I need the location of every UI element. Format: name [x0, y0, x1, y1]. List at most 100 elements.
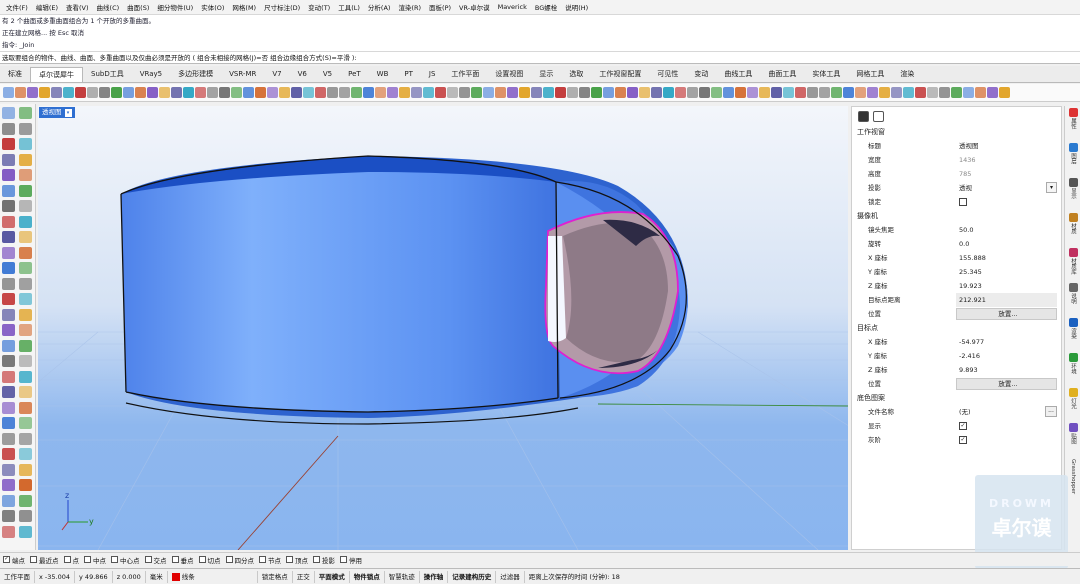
toolbar-tool-icon[interactable] — [723, 87, 734, 98]
viewport-canvas[interactable]: z y — [38, 106, 848, 550]
osnap-checkbox[interactable] — [171, 556, 179, 563]
toolbar-tool-icon[interactable] — [951, 87, 962, 98]
toolbar-tool-icon[interactable] — [831, 87, 842, 98]
toolbar-tool-icon[interactable] — [387, 87, 398, 98]
tab-item[interactable]: 设置视图 — [487, 67, 531, 82]
left-tool-icon[interactable] — [19, 246, 32, 259]
osnap-option[interactable]: 四分点 — [225, 555, 254, 565]
lock-checkbox[interactable] — [959, 198, 967, 206]
left-tool-icon[interactable] — [19, 463, 32, 476]
toolbar-tool-icon[interactable] — [591, 87, 602, 98]
toolbar-tool-icon[interactable] — [99, 87, 110, 98]
left-tool-icon[interactable] — [19, 339, 32, 352]
left-tool-icon[interactable] — [2, 122, 15, 135]
left-tool-icon[interactable] — [19, 370, 32, 383]
toolbar-tool-icon[interactable] — [579, 87, 590, 98]
tab-item[interactable]: 多边形建模 — [170, 67, 221, 82]
toolbar-tool-icon[interactable] — [771, 87, 782, 98]
status-toggle[interactable]: 物件锁点 — [350, 570, 385, 583]
tab-item[interactable]: 曲面工具 — [760, 67, 804, 82]
left-tool-icon[interactable] — [2, 308, 15, 321]
toolbar-tool-icon[interactable] — [87, 87, 98, 98]
toolbar-tool-icon[interactable] — [279, 87, 290, 98]
menu-item[interactable]: 说明(H) — [561, 2, 592, 12]
toolbar-tool-icon[interactable] — [159, 87, 170, 98]
toolbar-tool-icon[interactable] — [375, 87, 386, 98]
left-tool-icon[interactable] — [2, 479, 15, 491]
toolbar-tool-icon[interactable] — [987, 87, 998, 98]
osnap-checkbox[interactable] — [286, 556, 293, 563]
property-value[interactable]: (无)... — [956, 405, 1061, 419]
toolbar-tool-icon[interactable] — [699, 87, 710, 98]
toolbar-tool-icon[interactable] — [111, 87, 122, 98]
status-toggle[interactable]: 平面模式 — [315, 570, 350, 583]
left-tool-icon[interactable] — [19, 231, 32, 243]
toolbar-tool-icon[interactable] — [675, 87, 686, 98]
left-tool-icon[interactable] — [19, 432, 32, 445]
osnap-checkbox[interactable] — [313, 556, 320, 563]
toolbar-tool-icon[interactable] — [471, 87, 482, 98]
menu-item[interactable]: 曲面(S) — [123, 2, 153, 12]
status-toggle[interactable]: 智慧轨迹 — [385, 570, 420, 583]
osnap-checkbox[interactable] — [144, 556, 152, 563]
toolbar-tool-icon[interactable] — [843, 87, 854, 98]
status-toggle[interactable]: 过滤器 — [496, 570, 525, 583]
osnap-option[interactable]: 点 — [63, 555, 79, 565]
left-tool-icon[interactable] — [2, 417, 15, 429]
left-tool-icon[interactable] — [2, 432, 15, 445]
osnap-option[interactable]: 中点 — [84, 555, 106, 565]
checkbox[interactable]: ✓ — [959, 436, 967, 444]
menu-item[interactable]: 尺寸标注(D) — [260, 2, 304, 12]
toolbar-tool-icon[interactable] — [75, 87, 86, 98]
status-toggle[interactable]: 锁定格点 — [258, 570, 293, 583]
status-toggle[interactable]: 正交 — [293, 570, 315, 583]
menu-item[interactable]: 文件(F) — [2, 2, 32, 12]
toolbar-tool-icon[interactable] — [759, 87, 770, 98]
left-tool-icon[interactable] — [2, 386, 15, 398]
toolbar-tool-icon[interactable] — [15, 87, 26, 98]
checkbox[interactable]: ✓ — [959, 422, 967, 430]
left-tool-icon[interactable] — [2, 153, 15, 166]
toolbar-tool-icon[interactable] — [531, 87, 542, 98]
menu-item[interactable]: 查看(V) — [62, 2, 93, 12]
tab-item[interactable]: 可见性 — [649, 67, 686, 82]
menu-item[interactable]: 网格(M) — [228, 2, 260, 12]
left-tool-icon[interactable] — [2, 510, 15, 522]
right-tab[interactable]: 环境 — [1065, 351, 1080, 386]
toolbar-tool-icon[interactable] — [603, 87, 614, 98]
tab-item[interactable]: 渲染 — [892, 67, 922, 82]
toolbar-tool-icon[interactable] — [747, 87, 758, 98]
tab-item[interactable]: V6 — [290, 67, 315, 82]
left-tool-icon[interactable] — [19, 510, 32, 522]
property-value[interactable]: ✓ — [956, 433, 1061, 447]
viewport-icon[interactable] — [873, 110, 884, 122]
toolbar-tool-icon[interactable] — [207, 87, 218, 98]
left-tool-icon[interactable] — [2, 355, 15, 367]
left-tool-icon[interactable] — [19, 293, 32, 305]
toolbar-tool-icon[interactable] — [243, 87, 254, 98]
left-tool-icon[interactable] — [2, 246, 15, 259]
toolbar-tool-icon[interactable] — [339, 87, 350, 98]
toolbar-tool-icon[interactable] — [627, 87, 638, 98]
toolbar-tool-icon[interactable] — [63, 87, 74, 98]
left-tool-icon[interactable] — [19, 479, 32, 491]
menu-item[interactable]: 渲染(R) — [394, 2, 425, 12]
toolbar-tool-icon[interactable] — [891, 87, 902, 98]
toolbar-tool-icon[interactable] — [327, 87, 338, 98]
tab-item[interactable]: 实体工具 — [804, 67, 848, 82]
toolbar-tool-icon[interactable] — [459, 87, 470, 98]
toolbar-tool-icon[interactable] — [735, 87, 746, 98]
left-tool-icon[interactable] — [2, 169, 15, 181]
ring-model[interactable] — [120, 155, 688, 425]
toolbar-tool-icon[interactable] — [819, 87, 830, 98]
tab-item[interactable]: V7 — [264, 67, 289, 82]
left-tool-icon[interactable] — [19, 448, 32, 460]
left-tool-icon[interactable] — [2, 277, 15, 290]
status-toggle[interactable]: 操作轴 — [420, 570, 449, 583]
toolbar-tool-icon[interactable] — [939, 87, 950, 98]
toolbar-tool-icon[interactable] — [879, 87, 890, 98]
chevron-down-icon[interactable]: ▾ — [1046, 182, 1057, 193]
toolbar-tool-icon[interactable] — [399, 87, 410, 98]
left-tool-icon[interactable] — [19, 324, 32, 336]
tab-item[interactable]: SubD工具 — [83, 67, 132, 82]
